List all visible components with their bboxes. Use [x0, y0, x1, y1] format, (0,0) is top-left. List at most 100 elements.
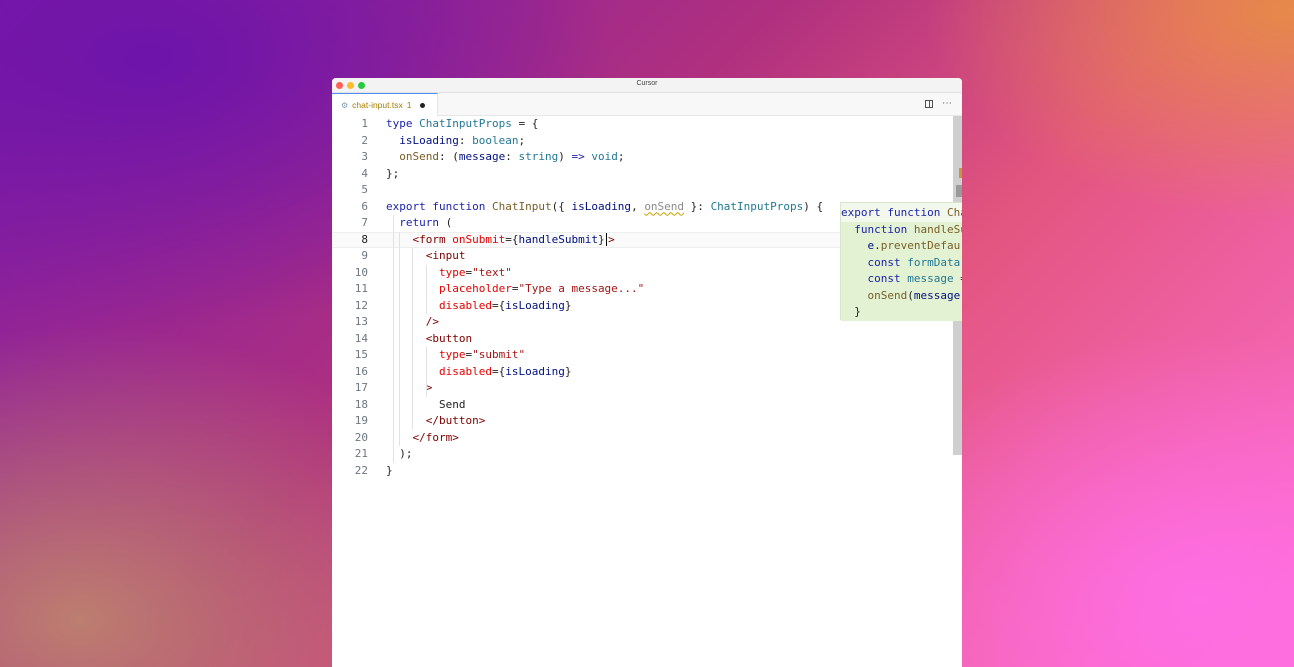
code-token: }:: [684, 199, 711, 213]
suggestion-line: onSend(message: [841, 287, 962, 305]
suggestion-text: onSend(message: [841, 288, 961, 305]
code-token: const: [867, 255, 908, 269]
code-line[interactable]: 18 Send: [332, 397, 962, 414]
title-bar: Cursor: [332, 78, 962, 93]
code-token: >: [608, 232, 615, 246]
code-text: }: [386, 463, 393, 480]
line-number: 1: [361, 117, 368, 130]
tab-chat-input[interactable]: ⚙ chat-input.tsx 1: [332, 93, 438, 116]
settings-file-icon: ⚙: [341, 100, 349, 110]
suggestion-line: const message =: [841, 271, 962, 288]
code-token: type: [438, 348, 466, 361]
suggestion-line: const formData: [841, 254, 962, 272]
code-line[interactable]: 1 type ChatInputProps = {: [332, 116, 962, 133]
code-token: ={: [491, 298, 506, 312]
text-cursor: [605, 233, 608, 246]
code-token: ={: [505, 232, 519, 246]
more-actions-icon[interactable]: ⋯: [942, 98, 952, 109]
code-token: string: [518, 150, 559, 163]
code-token: boolean: [472, 133, 519, 147]
line-number: 14: [354, 331, 368, 345]
code-line[interactable]: 4};: [332, 166, 962, 183]
code-token: );: [386, 447, 413, 460]
unsaved-indicator-icon[interactable]: [420, 102, 426, 108]
code-token: disabled: [438, 364, 492, 378]
code-token: const: [867, 272, 908, 285]
code-token: onSubmit: [452, 232, 506, 246]
code-token: isLoading: [399, 133, 459, 147]
code-line[interactable]: 14 <button: [332, 331, 962, 348]
tab-filename: chat-input.tsx: [352, 100, 403, 110]
code-line[interactable]: 2 isLoading: boolean;: [332, 133, 962, 150]
line-number: 7: [361, 216, 368, 229]
code-line[interactable]: 20 </form>: [332, 430, 962, 447]
code-text: return (: [386, 215, 452, 232]
line-number: 5: [361, 183, 368, 196]
inline-suggestion-popup[interactable]: export function Cha function handleSu e.…: [840, 202, 962, 321]
suggestion-text: const message =: [841, 271, 963, 288]
window-title: Cursor: [636, 80, 658, 87]
code-token: message: [458, 150, 506, 163]
code-line[interactable]: 3 onSend: (message: string) => void;: [332, 149, 962, 166]
suggestion-line: }: [841, 304, 962, 321]
code-token: ChatInputProps: [419, 117, 512, 130]
code-token: preventDefau: [880, 239, 961, 252]
suggestion-text: function handleSu: [841, 222, 962, 239]
indent-guide: [392, 215, 394, 463]
line-number: 20: [354, 430, 368, 444]
indent-guide: [425, 264, 427, 314]
code-text: type="submit": [386, 347, 525, 364]
code-line[interactable]: 19 </button>: [332, 413, 962, 430]
line-number: 2: [361, 133, 368, 147]
code-token: export function: [386, 199, 492, 213]
code-text: </button>: [386, 413, 486, 430]
suggestion-text: }: [841, 304, 861, 321]
code-token: message: [907, 272, 954, 285]
editor-window: Cursor ⚙ chat-input.tsx 1 ⋯ 1 type ChatIn…: [332, 78, 962, 667]
indent-guide: [399, 231, 401, 446]
split-editor-icon[interactable]: [925, 100, 933, 108]
minimap-marker: [956, 185, 962, 197]
indent-guide: [412, 248, 414, 430]
code-token: isLoading: [505, 364, 565, 378]
line-number: 12: [354, 298, 368, 312]
line-number: 8: [361, 232, 368, 246]
code-token: =: [954, 272, 962, 285]
line-number: 3: [361, 150, 368, 163]
tab-bar: ⚙ chat-input.tsx 1 ⋯: [332, 93, 962, 116]
code-token: handleSu: [913, 222, 962, 236]
suggestion-text: e.preventDefau: [841, 238, 961, 255]
suggestion-line: function handleSu: [841, 221, 962, 239]
line-number: 15: [354, 348, 368, 361]
code-token: isLoading: [571, 199, 632, 213]
code-token: handleSubmit: [518, 232, 598, 246]
code-token: }: [597, 232, 605, 246]
line-number: 4: [361, 166, 368, 180]
code-text: };: [386, 166, 399, 183]
code-token: isLoading: [505, 298, 565, 312]
code-token: return: [399, 216, 439, 229]
code-token: :: [505, 150, 519, 163]
code-token: void: [591, 150, 618, 163]
code-editor[interactable]: 1 type ChatInputProps = {2 isLoading: boo…: [332, 116, 962, 667]
code-text: <input: [386, 248, 466, 265]
suggestion-text: const formData: [841, 255, 961, 272]
code-token: Cha: [946, 206, 962, 219]
line-number: 18: [354, 397, 368, 411]
code-text: type="text": [386, 265, 512, 282]
code-line[interactable]: 21 );: [332, 446, 962, 463]
code-text: disabled={isLoading}: [386, 298, 571, 315]
code-token: onSend: [867, 288, 908, 302]
line-number: 10: [354, 265, 368, 279]
code-line[interactable]: 22}: [332, 463, 962, 480]
minimap-warning-marker: [959, 168, 962, 178]
code-token: placeholder: [438, 282, 512, 295]
code-token: ({: [551, 199, 572, 213]
code-line[interactable]: 5: [332, 182, 962, 199]
code-token: export function: [841, 206, 947, 219]
code-token: <form: [412, 232, 446, 246]
